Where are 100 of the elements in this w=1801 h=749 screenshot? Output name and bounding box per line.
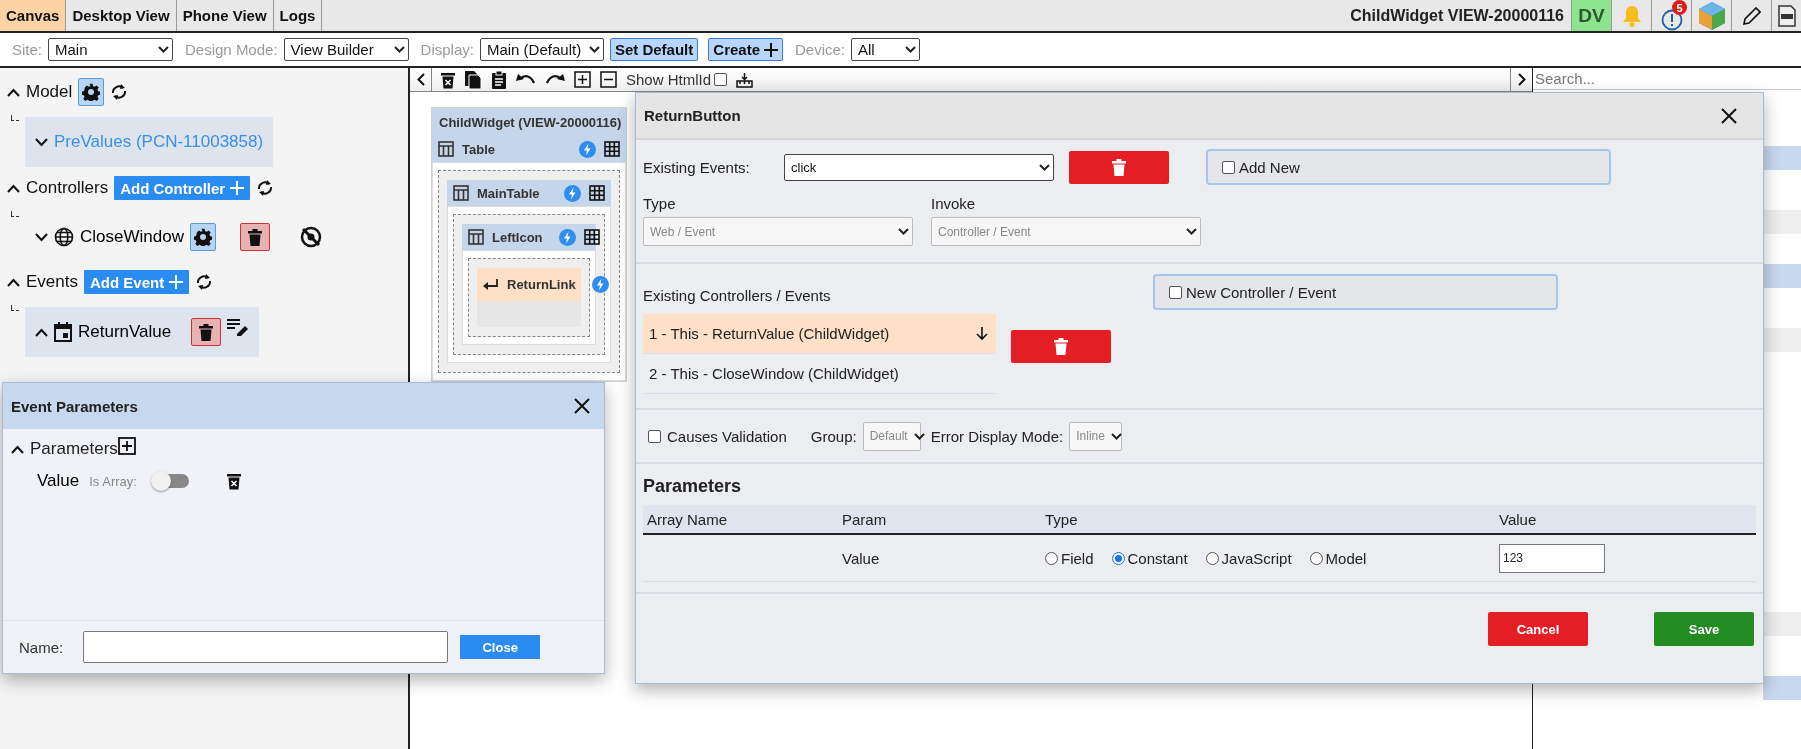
collapse-icon[interactable] [600, 71, 617, 88]
dialog-title: Event Parameters [11, 397, 138, 415]
lightning-icon[interactable] [558, 228, 576, 246]
view-tab[interactable]: Canvas [0, 0, 67, 31]
field-label: Device: [795, 41, 846, 58]
radio-button[interactable] [1205, 551, 1219, 565]
field-label: Site: [12, 41, 42, 58]
radio-button[interactable] [1309, 551, 1323, 565]
plus-icon [169, 275, 184, 289]
grid-icon[interactable] [583, 229, 600, 245]
edit-list-icon[interactable] [227, 318, 250, 336]
refresh-icon[interactable] [195, 272, 214, 292]
controller-name: CloseWindow [80, 227, 184, 247]
checkbox-label: Show HtmlId [626, 71, 712, 88]
dropdown[interactable]: Main [48, 38, 173, 61]
checkbox[interactable] [714, 73, 728, 86]
checkbox-label: Causes Validation [667, 427, 787, 445]
add-icon[interactable] [117, 437, 136, 455]
caret-icon [1186, 228, 1197, 235]
radio-label: Field [1061, 549, 1094, 567]
delete-icon[interactable] [441, 70, 455, 89]
delete-button[interactable] [239, 223, 270, 251]
field-label: Existing Events: [643, 158, 751, 176]
chevron-right-icon[interactable] [1517, 73, 1526, 86]
chevron-down-icon[interactable] [35, 137, 48, 147]
toggle-label: Is Array: [89, 473, 137, 489]
delete-button[interactable] [191, 318, 222, 346]
refresh-icon[interactable] [110, 82, 129, 102]
toggle-switch[interactable] [152, 474, 189, 488]
table-icon [468, 229, 484, 245]
dropdown[interactable]: click [784, 153, 1054, 181]
lightning-icon[interactable] [564, 184, 581, 202]
settings-button[interactable] [189, 223, 216, 251]
dropdown[interactable]: All [851, 38, 921, 61]
caret-icon [393, 46, 405, 53]
radio-button[interactable] [1045, 551, 1058, 565]
list-item[interactable]: 2 - This - CloseWindow (ChildWidget) [643, 354, 996, 394]
redo-icon[interactable] [545, 73, 565, 86]
create-button[interactable]: Create [708, 38, 783, 61]
refresh-icon[interactable] [256, 178, 275, 198]
cancel-button[interactable]: Cancel [1488, 612, 1588, 646]
view-tab[interactable]: Desktop View [66, 0, 177, 31]
dropdown[interactable]: Main (Default) [479, 38, 604, 61]
checkbox[interactable] [1222, 160, 1235, 174]
checkbox-label: New Controller / Event [1186, 283, 1337, 301]
chevron-down-icon[interactable] [35, 232, 48, 242]
section-label: Existing Controllers / Events [643, 287, 832, 304]
clipboard-icon[interactable] [491, 70, 507, 89]
lightning-icon[interactable] [579, 140, 596, 158]
radio-button[interactable] [1111, 551, 1125, 565]
dropdown[interactable]: View Builder [283, 38, 409, 61]
table-cell-text: Value [842, 549, 881, 567]
column-header: Type [1045, 510, 1079, 528]
name-field[interactable] [83, 631, 449, 663]
caret-icon [898, 228, 909, 235]
trash-icon [199, 323, 214, 341]
list-item[interactable]: 1 - This - ReturnValue (ChildWidget) [643, 314, 996, 354]
checkbox[interactable] [648, 429, 661, 443]
globe-icon [54, 227, 74, 247]
save-button[interactable]: Save [1654, 612, 1754, 646]
component-label[interactable]: Table [462, 141, 495, 157]
chevron-up-icon[interactable] [7, 183, 20, 193]
pencil-icon[interactable] [1742, 6, 1761, 25]
checkbox[interactable] [1169, 285, 1182, 299]
caret-icon [588, 46, 600, 53]
ruler-icon[interactable] [736, 71, 754, 88]
view-tab[interactable]: Logs [273, 0, 323, 31]
chevron-left-icon[interactable] [416, 73, 425, 86]
copy-icon[interactable] [464, 69, 482, 90]
value-field[interactable]: 123 [1499, 543, 1605, 573]
undo-icon[interactable] [516, 73, 536, 86]
caret-icon [905, 46, 917, 53]
chevron-up-icon[interactable] [11, 444, 24, 454]
set-default-button[interactable]: Set Default [609, 38, 699, 61]
log-file-icon[interactable] [1777, 4, 1796, 27]
chevron-up-icon[interactable] [7, 277, 20, 287]
user-avatar[interactable]: DV [1571, 0, 1611, 31]
trash-icon [1054, 338, 1068, 355]
trash-icon [247, 228, 262, 246]
lightning-icon[interactable] [591, 276, 609, 293]
eye-off-icon[interactable] [299, 226, 322, 248]
calendar-icon [54, 322, 72, 342]
field-label: Invoke [931, 195, 976, 212]
grid-icon[interactable] [604, 141, 620, 157]
close-icon[interactable] [1721, 107, 1737, 124]
chevron-up-icon[interactable] [35, 327, 48, 337]
view-tab[interactable]: Phone View [176, 0, 274, 31]
settings-button[interactable] [78, 78, 105, 106]
caret-icon [158, 46, 169, 53]
chevron-up-icon[interactable] [7, 87, 20, 97]
delete-icon[interactable] [226, 472, 241, 490]
field-label: Design Mode: [185, 41, 278, 58]
expand-icon[interactable] [574, 71, 591, 88]
table-icon [453, 185, 469, 201]
arrow-down-icon[interactable] [976, 326, 988, 341]
page-title: ChildWidget VIEW-20000116 [1350, 5, 1565, 26]
grid-icon[interactable] [589, 185, 605, 201]
close-icon[interactable] [574, 398, 590, 414]
field-label: Display: [420, 41, 474, 58]
caret-icon [1110, 432, 1122, 440]
